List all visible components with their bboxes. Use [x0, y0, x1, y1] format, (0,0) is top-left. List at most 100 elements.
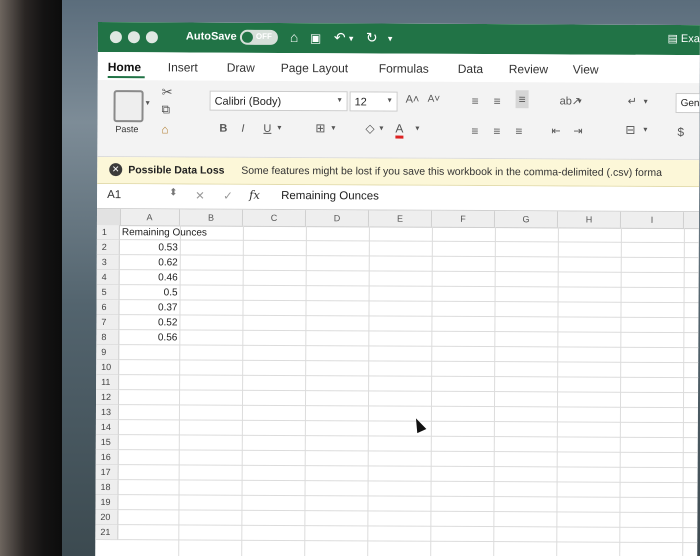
font-color-icon[interactable]: A	[395, 121, 404, 139]
tab-data[interactable]: Data	[458, 62, 483, 76]
fill-color-icon[interactable]: ◇	[365, 121, 374, 135]
paste-icon[interactable]	[113, 90, 144, 123]
cell-area[interactable]: Remaining Ounces 0.53 0.62 0.46 0.5 0.37…	[118, 225, 700, 556]
wrap-text-icon[interactable]: ↵	[628, 95, 637, 108]
row-header[interactable]: 18	[95, 479, 119, 496]
cancel-icon[interactable]: ✕	[195, 189, 205, 203]
increase-indent-icon[interactable]: ⇥	[573, 124, 582, 137]
currency-format-button[interactable]: $	[677, 125, 684, 139]
borders-dropdown-icon[interactable]: ▾	[331, 123, 335, 132]
row-header[interactable]: 20	[95, 509, 119, 526]
orientation-dropdown-icon[interactable]: ▾	[578, 97, 582, 106]
row-header[interactable]: 6	[96, 299, 120, 316]
row-header[interactable]: 21	[95, 524, 119, 541]
redo-icon[interactable]: ↻	[366, 29, 378, 46]
undo-icon[interactable]: ↶	[334, 29, 346, 46]
underline-button[interactable]: U	[263, 123, 271, 135]
row-header[interactable]: 8	[96, 329, 120, 346]
tab-view[interactable]: View	[573, 62, 599, 76]
autosave-toggle[interactable]: OFF	[239, 29, 278, 45]
enter-icon[interactable]: ✓	[223, 189, 233, 203]
align-middle-icon[interactable]: ≡	[494, 94, 501, 108]
row-header[interactable]: 4	[96, 269, 120, 286]
font-name-dropdown-icon[interactable]: ▾	[338, 95, 342, 104]
italic-button[interactable]: I	[241, 123, 244, 135]
copy-icon[interactable]: ⧉	[162, 102, 171, 117]
tab-formulas[interactable]: Formulas	[379, 61, 429, 75]
row-header[interactable]: 11	[96, 374, 120, 391]
cell-a6[interactable]: 0.37	[119, 300, 178, 315]
decrease-font-size-icon[interactable]: A˅	[428, 94, 441, 105]
wrap-text-dropdown-icon[interactable]: ▾	[644, 97, 648, 106]
column-header-f[interactable]: F	[431, 210, 496, 228]
close-window-button[interactable]	[109, 31, 122, 44]
cut-icon[interactable]: ✂	[162, 84, 173, 100]
column-header-c[interactable]: C	[242, 209, 307, 227]
cell-a2[interactable]: 0.53	[120, 240, 178, 255]
align-top-icon[interactable]: ≡	[472, 94, 479, 108]
merge-center-icon[interactable]: ⊟	[625, 123, 635, 137]
insert-function-icon[interactable]: fx	[249, 188, 260, 202]
borders-icon[interactable]: ⊞	[315, 121, 325, 135]
row-header[interactable]: 14	[95, 419, 119, 436]
tab-review[interactable]: Review	[509, 62, 548, 76]
spreadsheet-grid[interactable]: A B C D E F G H I 1 2 3 4 5 6 7 8 9 10 11 12 13 14 15 1…	[95, 208, 700, 556]
row-header[interactable]: 13	[95, 404, 119, 421]
row-header[interactable]: 7	[96, 314, 120, 331]
underline-dropdown-icon[interactable]: ▾	[277, 123, 281, 132]
tab-insert[interactable]: Insert	[168, 60, 198, 74]
row-header[interactable]: 3	[96, 254, 120, 271]
row-header[interactable]: 1	[96, 224, 120, 241]
name-box-stepper-icon[interactable]: ⬍	[169, 187, 177, 198]
undo-dropdown-icon[interactable]: ▾	[349, 33, 354, 44]
home-icon[interactable]: ⌂	[290, 29, 299, 45]
font-color-dropdown-icon[interactable]: ▾	[415, 124, 419, 133]
merge-dropdown-icon[interactable]: ▾	[643, 125, 647, 134]
increase-font-size-icon[interactable]: A˄	[406, 94, 420, 106]
cell-a4[interactable]: 0.46	[120, 270, 178, 285]
row-header[interactable]: 10	[96, 359, 120, 376]
fill-color-dropdown-icon[interactable]: ▾	[379, 123, 383, 132]
column-header-d[interactable]: D	[305, 210, 370, 227]
formula-input[interactable]: Remaining Ounces	[281, 190, 379, 203]
row-header[interactable]: 16	[95, 449, 119, 466]
minimize-window-button[interactable]	[127, 31, 140, 44]
paste-dropdown-icon[interactable]: ▾	[146, 98, 150, 107]
zoom-window-button[interactable]	[145, 31, 158, 44]
cell-a5[interactable]: 0.5	[120, 285, 178, 300]
name-box[interactable]: A1	[107, 189, 121, 201]
row-header[interactable]: 15	[95, 434, 119, 451]
bold-button[interactable]: B	[219, 123, 227, 135]
decrease-indent-icon[interactable]: ⇤	[551, 124, 560, 137]
column-header-b[interactable]: B	[179, 209, 244, 226]
column-header-g[interactable]: G	[494, 211, 559, 228]
tab-page-layout[interactable]: Page Layout	[281, 61, 348, 75]
row-gridline	[118, 524, 699, 529]
column-header-h[interactable]: H	[557, 211, 622, 228]
select-all-corner[interactable]	[96, 208, 122, 226]
align-center-icon[interactable]: ≡	[493, 124, 500, 138]
row-header[interactable]: 9	[96, 344, 120, 361]
tab-draw[interactable]: Draw	[227, 61, 255, 75]
cell-a3[interactable]: 0.62	[120, 255, 178, 270]
row-header[interactable]: 2	[96, 239, 120, 256]
format-painter-icon[interactable]: ⌂	[161, 122, 168, 136]
number-format-select[interactable]: Gen	[675, 93, 700, 114]
font-name-select[interactable]: Calibri (Body)	[209, 90, 348, 112]
column-header-e[interactable]: E	[368, 210, 433, 227]
save-icon[interactable]: ▣	[310, 31, 321, 45]
align-bottom-icon[interactable]: ≡	[515, 90, 529, 109]
column-header-a[interactable]: A	[119, 209, 181, 226]
column-header-i[interactable]: I	[620, 211, 685, 229]
align-left-icon[interactable]: ≡	[471, 124, 478, 138]
customize-toolbar-icon[interactable]: ▾	[388, 34, 393, 45]
row-header[interactable]: 19	[95, 494, 119, 511]
row-header[interactable]: 12	[95, 389, 120, 406]
row-header[interactable]: 17	[95, 464, 119, 481]
cell-a7[interactable]: 0.52	[119, 315, 178, 330]
align-right-icon[interactable]: ≡	[515, 124, 522, 138]
row-header[interactable]: 5	[96, 284, 120, 301]
tab-home[interactable]: Home	[108, 60, 141, 74]
cell-a8[interactable]: 0.56	[119, 330, 178, 345]
font-size-dropdown-icon[interactable]: ▾	[388, 96, 392, 105]
